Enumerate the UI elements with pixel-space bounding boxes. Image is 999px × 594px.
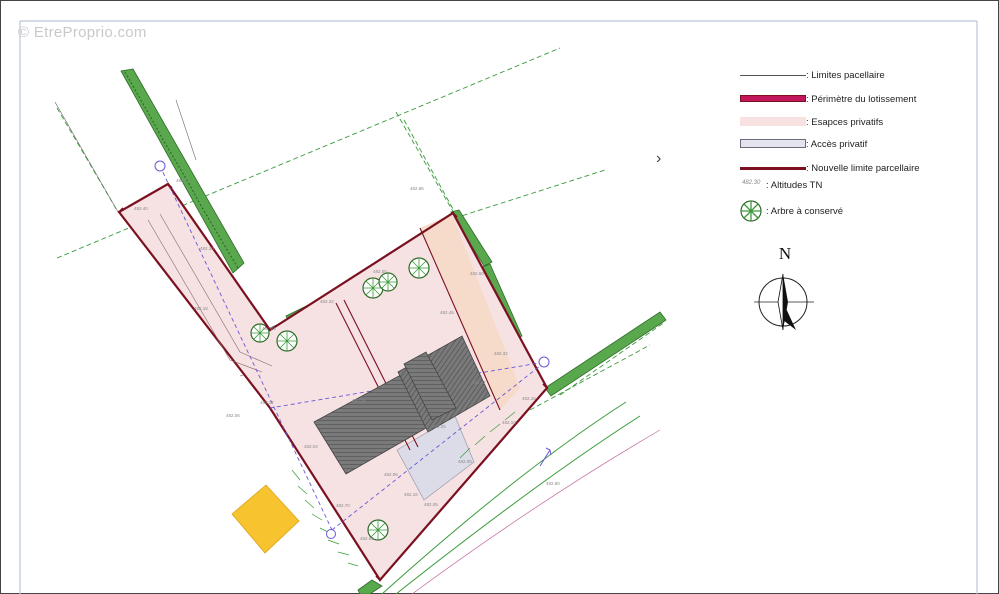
svg-text:482.25: 482.25 — [432, 424, 446, 429]
north-arrow-icon — [754, 273, 814, 331]
svg-text:482.70: 482.70 — [336, 503, 350, 508]
legend-label: : Esapces privatifs — [806, 116, 884, 128]
svg-text:482.06: 482.06 — [226, 413, 240, 418]
svg-text:482.05: 482.05 — [424, 502, 438, 507]
svg-text:482.86: 482.86 — [410, 186, 424, 191]
parking-area — [231, 484, 300, 554]
outlined-box-symbol — [736, 135, 806, 153]
svg-text:482.04: 482.04 — [304, 444, 318, 449]
svg-text:482.65: 482.65 — [360, 536, 374, 541]
watermark: © EtreProprio.com — [18, 24, 147, 41]
hedge-bottom — [357, 579, 383, 594]
altitude-tag-symbol: 482.30 — [736, 176, 766, 194]
svg-text:482.35: 482.35 — [352, 398, 366, 403]
hedge-east — [544, 311, 667, 397]
site-plan-view: 482.40 482.62 482.30 482.18 482.06 482.1… — [0, 0, 999, 594]
svg-text:482.32: 482.32 — [320, 299, 334, 304]
svg-text:482.18: 482.18 — [194, 306, 208, 311]
svg-text:482.62: 482.62 — [176, 178, 190, 183]
legend-item-lot-perimeter: : Périmètre du lotissement — [736, 90, 916, 108]
svg-text:482.10: 482.10 — [502, 420, 516, 425]
svg-text:482.30: 482.30 — [200, 246, 214, 251]
thick-bar-symbol — [736, 90, 806, 108]
chevron-right-icon[interactable]: › — [656, 150, 661, 168]
thick-line-symbol — [736, 159, 806, 177]
road-arrow — [539, 447, 552, 467]
svg-text:482.16: 482.16 — [404, 492, 418, 497]
legend-label: : Accès privatif — [806, 138, 868, 150]
svg-text:482.40: 482.40 — [134, 206, 148, 211]
thin-line-symbol — [736, 66, 806, 84]
svg-text:482.05: 482.05 — [458, 459, 472, 464]
legend-item-tree: : Arbre à conservé — [736, 200, 844, 222]
svg-text:482.80: 482.80 — [546, 481, 560, 486]
north-label: N — [778, 244, 792, 263]
svg-text:482.16: 482.16 — [522, 396, 536, 401]
legend-label: : Altitudes TN — [766, 179, 823, 191]
legend-item-private-access: : Accès privatif — [736, 135, 867, 153]
legend-label: : Limites pacellaire — [806, 69, 885, 81]
north-arrow: N — [752, 244, 818, 334]
svg-text:482.50: 482.50 — [373, 269, 387, 274]
fill-box-symbol — [736, 113, 806, 131]
legend-item-altitudes: 482.30 : Altitudes TN — [736, 176, 822, 194]
svg-text:482.17: 482.17 — [260, 400, 274, 405]
svg-text:482.60: 482.60 — [470, 271, 484, 276]
legend-label: : Nouvelle limite parcellaire — [806, 162, 920, 174]
legend-item-private-spaces: : Esapces privatifs — [736, 113, 883, 131]
tree-icon — [736, 200, 766, 222]
legend-label: : Périmètre du lotissement — [806, 93, 917, 105]
legend-item-new-parcel-limit: : Nouvelle limite parcellaire — [736, 159, 920, 177]
legend-label: : Arbre à conservé — [766, 205, 844, 217]
svg-text:482.45: 482.45 — [440, 310, 454, 315]
svg-text:482.27: 482.27 — [472, 380, 486, 385]
svg-text:482.32: 482.32 — [494, 351, 508, 356]
legend-item-parcel-limits: : Limites pacellaire — [736, 66, 885, 84]
svg-text:482.06: 482.06 — [384, 472, 398, 477]
altitude-sample: 482.30 — [742, 180, 761, 186]
